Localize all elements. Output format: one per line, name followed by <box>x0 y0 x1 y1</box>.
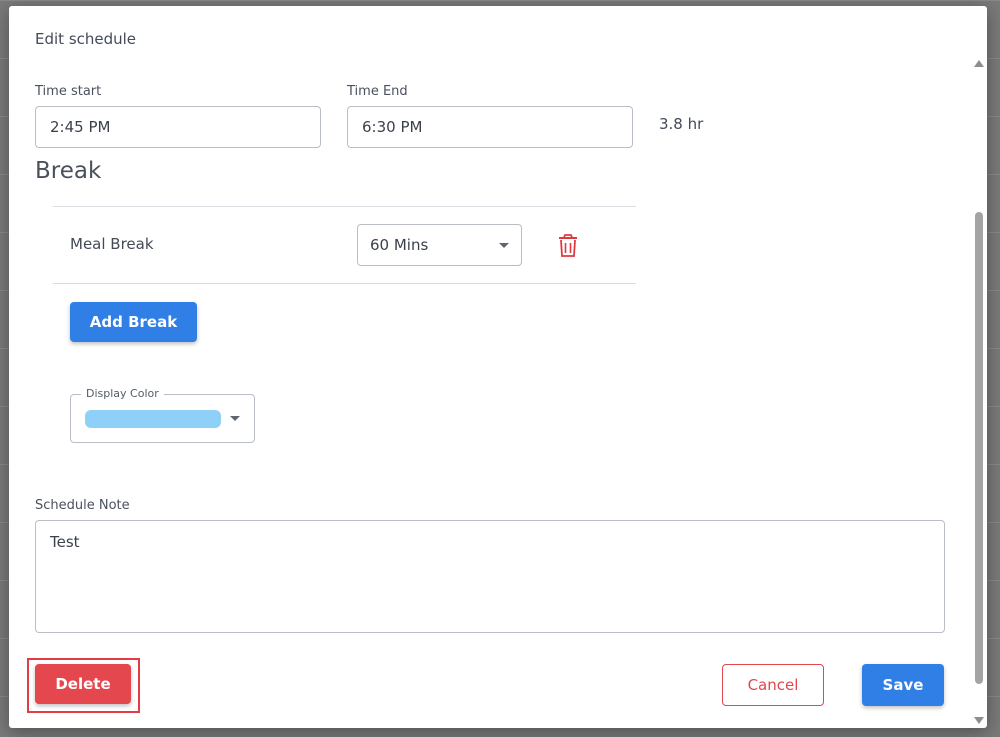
caret-down-icon <box>499 242 509 248</box>
trash-icon[interactable] <box>557 234 579 258</box>
time-end-label: Time End <box>347 84 408 99</box>
schedule-note-textarea[interactable]: Test <box>35 520 945 633</box>
break-heading: Break <box>35 158 102 184</box>
scroll-up-arrow-icon[interactable] <box>974 60 984 67</box>
time-start-label: Time start <box>35 84 102 99</box>
break-duration-value: 60 Mins <box>370 236 429 254</box>
modal-scrollbar[interactable] <box>972 56 987 728</box>
break-duration-select[interactable]: 60 Mins <box>357 224 522 266</box>
display-color-label: Display Color <box>81 387 164 400</box>
shift-duration: 3.8 hr <box>659 115 704 133</box>
save-button[interactable]: Save <box>862 664 944 706</box>
cancel-button[interactable]: Cancel <box>722 664 824 706</box>
add-break-button[interactable]: Add Break <box>70 302 197 342</box>
caret-down-icon <box>230 416 240 421</box>
modal-title: Edit schedule <box>35 30 137 48</box>
delete-button[interactable]: Delete <box>35 664 131 704</box>
schedule-note-label: Schedule Note <box>35 498 130 513</box>
display-color-select[interactable]: Display Color <box>70 387 255 443</box>
break-name: Meal Break <box>70 235 154 253</box>
time-start-input[interactable]: 2:45 PM <box>35 106 321 148</box>
edit-schedule-modal: Edit schedule Time start 2:45 PM Time En… <box>9 6 987 728</box>
scroll-down-arrow-icon[interactable] <box>974 717 984 724</box>
break-divider-top <box>53 206 636 207</box>
scroll-thumb[interactable] <box>975 212 983 684</box>
time-end-input[interactable]: 6:30 PM <box>347 106 633 148</box>
break-divider-bottom <box>53 283 636 284</box>
color-swatch <box>85 410 221 428</box>
